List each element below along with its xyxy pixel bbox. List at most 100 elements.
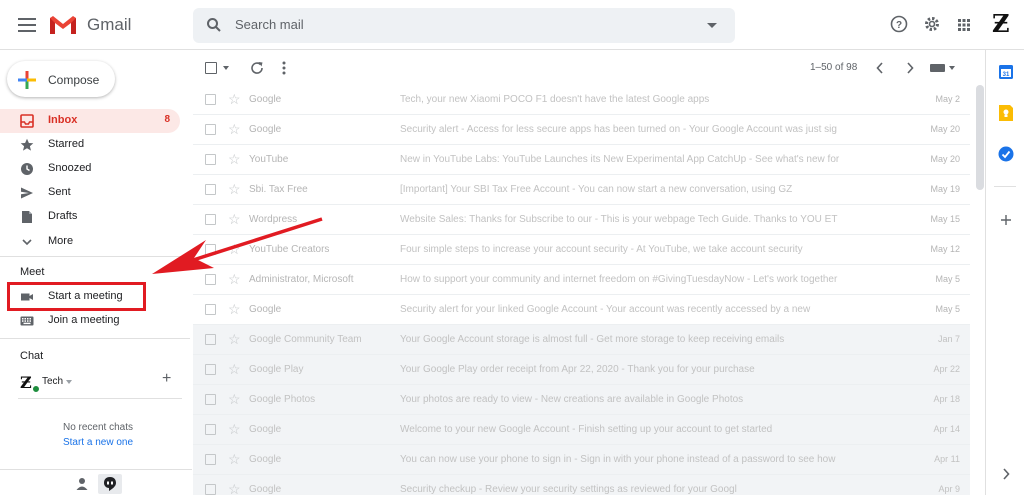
nav-label-sent: Sent [48,186,71,198]
email-date: May 19 [930,184,960,194]
row-checkbox[interactable] [205,94,216,105]
chevron-right-icon[interactable] [906,62,914,74]
search-input[interactable] [235,17,675,32]
compose-plus-icon [18,71,36,89]
refresh-icon[interactable] [249,60,265,76]
star-toggle-icon[interactable]: ☆ [228,241,241,258]
row-checkbox[interactable] [205,124,216,135]
star-toggle-icon[interactable]: ☆ [228,151,241,168]
help-icon[interactable]: ? [890,15,908,33]
meet-section-title: Meet [20,266,45,278]
nav-item-inbox[interactable]: Inbox 8 [0,109,180,133]
nav-item-drafts[interactable]: Drafts [0,205,180,229]
row-checkbox[interactable] [205,424,216,435]
star-toggle-icon[interactable]: ☆ [228,331,241,348]
email-date: Jan 7 [937,334,960,344]
row-checkbox[interactable] [205,484,216,495]
table-row[interactable]: ☆ Google Welcome to your new Google Accoun… [193,415,970,445]
table-row[interactable]: ☆ Wordpress Website Sales: Thanks for Subs… [193,205,970,235]
email-subject: Your Google Play order receipt from Apr … [400,364,755,375]
google-calendar-icon[interactable]: 31 [998,64,1014,80]
row-checkbox[interactable] [205,274,216,285]
email-sender: Google [249,454,282,465]
star-toggle-icon[interactable]: ☆ [228,121,241,138]
google-keep-icon[interactable] [998,104,1014,122]
nav-item-snoozed[interactable]: Snoozed [0,157,180,181]
star-toggle-icon[interactable]: ☆ [228,301,241,318]
table-row[interactable]: ☆ Google Tech, your new Xiaomi POCO F1 doe… [193,85,970,115]
sidebar-divider [18,398,182,399]
email-date: May 20 [930,124,960,134]
more-options-vertical-icon[interactable] [282,60,286,76]
nav-item-starred[interactable]: Starred [0,133,180,157]
no-recent-chats-text: No recent chats [62,422,134,433]
expand-panel-chevron-right-icon[interactable] [1002,468,1010,480]
star-toggle-icon[interactable]: ☆ [228,391,241,408]
account-avatar-icon[interactable]: Ƶ [992,12,1010,36]
nav-item-more[interactable]: More [0,230,180,254]
table-row[interactable]: ☆ YouTube New in YouTube Labs: YouTube Lau… [193,145,970,175]
get-addons-plus-icon[interactable] [1000,214,1012,226]
select-all-checkbox[interactable] [205,62,217,74]
email-subject: Website Sales: Thanks for Subscribe to o… [400,214,838,225]
star-toggle-icon[interactable]: ☆ [228,181,241,198]
join-meeting-button[interactable]: Join a meeting [0,309,180,333]
table-row[interactable]: ☆ Google Security alert - Access for less … [193,115,970,145]
contacts-person-icon[interactable] [70,474,94,494]
mail-list-scrollbar[interactable] [976,85,984,190]
email-sender: Google [249,424,282,435]
email-subject: [Important] Your SBI Tax Free Account - … [400,184,793,195]
row-checkbox[interactable] [205,304,216,315]
main-menu-icon[interactable] [18,18,36,32]
row-checkbox[interactable] [205,184,216,195]
side-panel-rail: 31 [985,50,1024,495]
star-toggle-icon[interactable]: ☆ [228,361,241,378]
table-row[interactable]: ☆ Google Security alert for your linked Go… [193,295,970,325]
search-bar[interactable] [193,8,735,43]
table-row[interactable]: ☆ Google You can now use your phone to sig… [193,445,970,475]
row-checkbox[interactable] [205,394,216,405]
table-row[interactable]: ☆ Sbi. Tax Free [Important] Your SBI Tax F… [193,175,970,205]
nav-label-snoozed: Snoozed [48,162,92,174]
row-checkbox[interactable] [205,244,216,255]
settings-gear-icon[interactable] [923,15,941,33]
compose-button[interactable]: Compose [7,61,115,97]
search-icon[interactable] [206,17,222,33]
table-row[interactable]: ☆ Google Photos Your photos are ready to v… [193,385,970,415]
apps-grid-icon[interactable] [957,18,971,32]
nav-label-starred: Starred [48,138,85,150]
table-row[interactable]: ☆ Google Community Team Your Google Accoun… [193,325,970,355]
star-toggle-icon[interactable]: ☆ [228,271,241,288]
row-checkbox[interactable] [205,214,216,225]
chat-status-selector[interactable]: Ƶ Tech [20,373,180,393]
table-row[interactable]: ☆ Google Security checkup - Review your se… [193,475,970,495]
search-options-chevron-icon[interactable] [707,23,717,28]
row-checkbox[interactable] [205,334,216,345]
table-row[interactable]: ☆ YouTube Creators Four simple steps to in… [193,235,970,265]
email-sender: Administrator, Microsoft [249,274,354,285]
star-toggle-icon[interactable]: ☆ [228,481,241,495]
email-date: May 12 [930,244,960,254]
hangouts-chat-icon[interactable] [98,474,122,494]
star-toggle-icon[interactable]: ☆ [228,451,241,468]
input-tools-keyboard-icon[interactable] [930,63,956,73]
row-checkbox[interactable] [205,454,216,465]
table-row[interactable]: ☆ Administrator, Microsoft How to support … [193,265,970,295]
email-sender: Sbi. Tax Free [249,184,308,195]
mail-list-pane: 1–50 of 98 ☆ Google Tech, your new Xiaomi … [193,50,970,495]
google-tasks-icon[interactable] [998,146,1014,162]
email-sender: YouTube Creators [249,244,330,255]
new-chat-plus-icon[interactable]: + [162,370,171,388]
star-toggle-icon[interactable]: ☆ [228,421,241,438]
row-checkbox[interactable] [205,364,216,375]
nav-item-sent[interactable]: Sent [0,181,180,205]
gmail-logo-icon[interactable] [48,14,78,36]
start-new-chat-link[interactable]: Start a new one [0,437,196,448]
row-checkbox[interactable] [205,154,216,165]
star-toggle-icon[interactable]: ☆ [228,91,241,108]
table-row[interactable]: ☆ Google Play Your Google Play order recei… [193,355,970,385]
select-options-chevron-icon[interactable] [223,66,229,70]
email-sender: Google [249,304,282,315]
chevron-left-icon[interactable] [876,62,884,74]
star-toggle-icon[interactable]: ☆ [228,211,241,228]
